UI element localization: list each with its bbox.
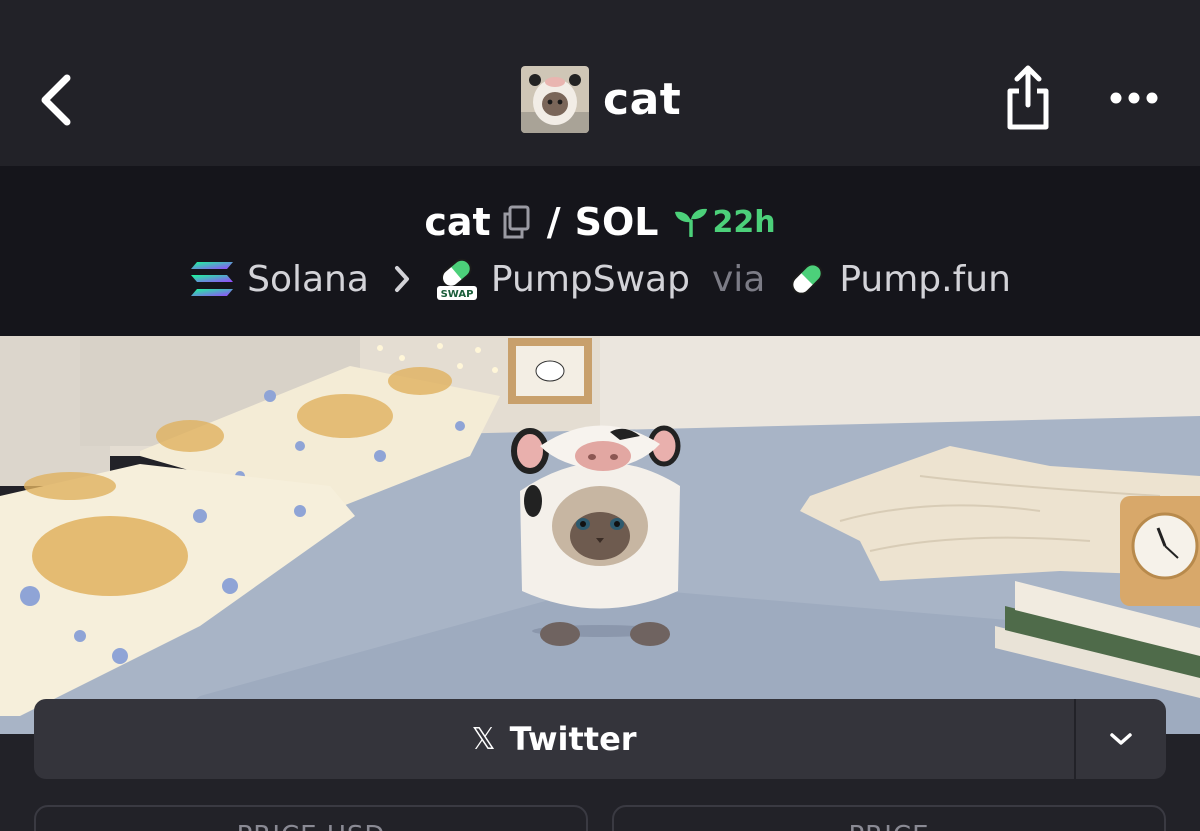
token-banner-image — [0, 336, 1200, 734]
quote-token-symbol: SOL — [574, 200, 659, 244]
chain-link[interactable]: Solana — [189, 259, 369, 300]
chevron-right-icon — [393, 265, 411, 293]
pumpswap-icon: SWAP — [436, 258, 477, 300]
chain-name: Solana — [247, 258, 369, 300]
stat-card-price: PRICE — [612, 805, 1166, 831]
twitter-button[interactable]: 𝕏 Twitter — [34, 699, 1074, 779]
pair-separator: / — [546, 200, 561, 244]
more-horizontal-icon — [1110, 92, 1158, 104]
pair-age-badge: 22h — [673, 205, 776, 240]
launchpad-name: Pump.fun — [839, 258, 1011, 300]
dex-link[interactable]: SWAP PumpSwap — [435, 256, 690, 302]
price-usd-label: PRICE USD — [36, 821, 586, 831]
base-token-symbol: cat — [424, 200, 491, 244]
pair-line: cat / SOL 22h — [0, 196, 1200, 248]
links-dropdown-button[interactable] — [1074, 699, 1166, 779]
social-links-group: 𝕏 Twitter — [34, 699, 1166, 779]
launchpad-link[interactable]: Pump.fun — [787, 259, 1011, 300]
back-button[interactable] — [28, 68, 84, 132]
share-icon — [1007, 65, 1049, 130]
pair-age: 22h — [712, 204, 776, 240]
sprout-icon — [674, 208, 707, 237]
pair-info: cat / SOL 22h Solana SWAP PumpSwap via P… — [0, 166, 1200, 336]
copy-icon[interactable] — [501, 204, 531, 240]
via-label: via — [711, 258, 766, 300]
stat-card-price-usd: PRICE USD — [34, 805, 588, 831]
twitter-label: Twitter — [509, 720, 637, 758]
top-nav-bar: cat — [0, 0, 1200, 166]
chevron-left-icon — [41, 74, 71, 126]
share-button[interactable] — [1000, 62, 1056, 134]
route-line: Solana SWAP PumpSwap via Pump.fun — [0, 254, 1200, 304]
x-logo-icon: 𝕏 — [471, 721, 496, 757]
pill-icon — [791, 263, 823, 295]
solana-icon — [191, 262, 234, 296]
dex-name: PumpSwap — [490, 258, 690, 300]
page-title: cat — [603, 73, 682, 125]
chevron-down-icon — [1110, 733, 1132, 745]
svg-text:SWAP: SWAP — [440, 289, 473, 300]
token-avatar — [521, 65, 589, 133]
token-title: cat — [521, 65, 681, 133]
price-label: PRICE — [614, 821, 1164, 831]
more-options-button[interactable] — [1104, 80, 1164, 116]
